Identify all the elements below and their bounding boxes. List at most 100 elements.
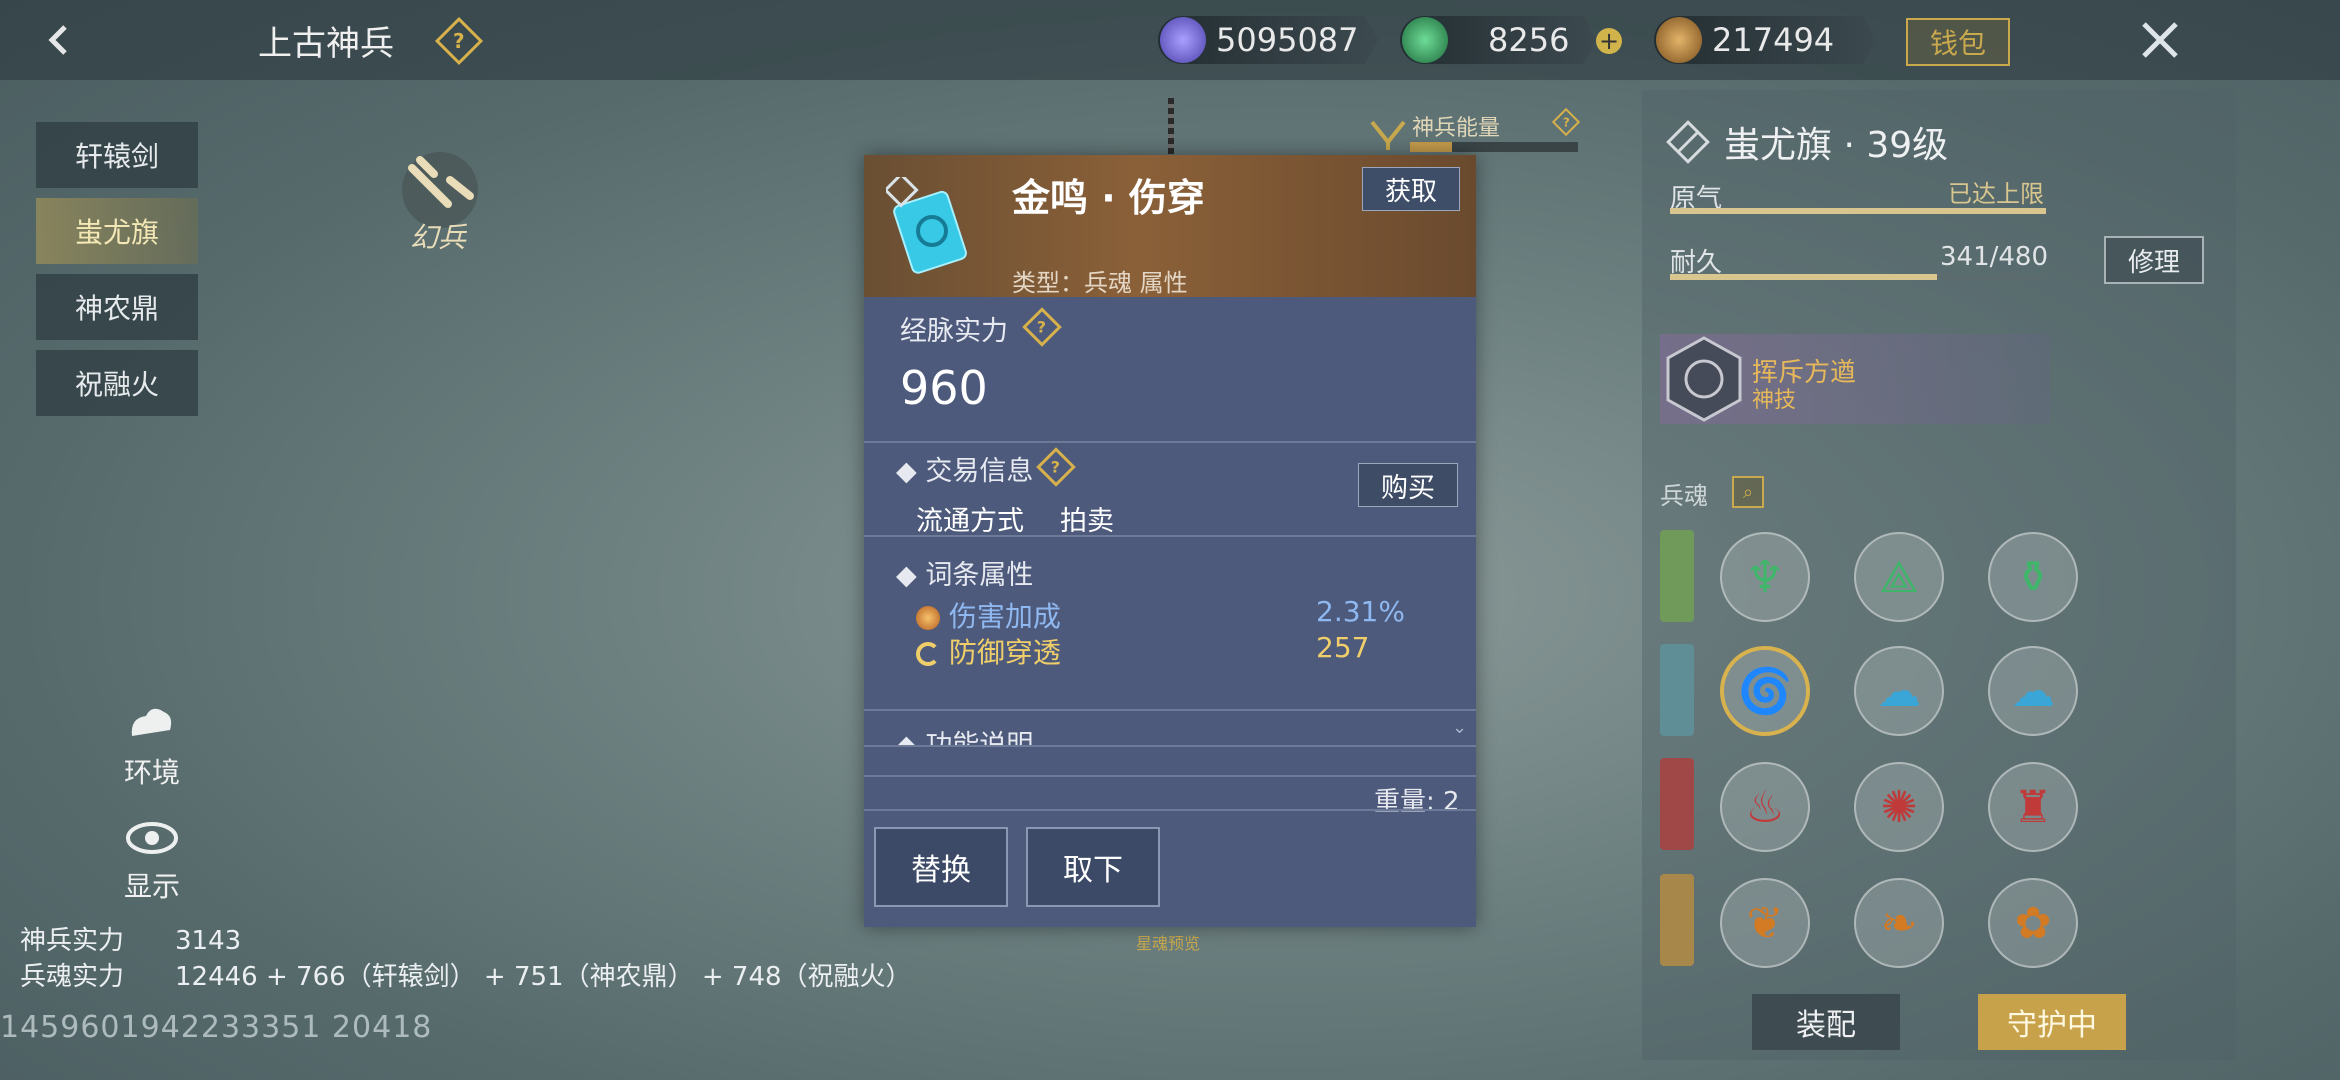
soul-icon-orange: ❧ — [1880, 897, 1918, 949]
repair-button[interactable]: 修理 — [2104, 236, 2204, 284]
energy-icon — [1368, 112, 1408, 152]
divider — [864, 775, 1476, 777]
page-title: 上古神兵 — [258, 24, 394, 64]
currency-value: 217494 — [1712, 21, 1835, 59]
meridian-label: 经脉实力 — [900, 316, 1008, 347]
soul-icon-red: ♨ — [1745, 781, 1785, 833]
display-button[interactable]: 显示 — [118, 818, 186, 905]
soul-slot[interactable]: ⟁ — [1854, 532, 1944, 622]
energy-help-icon[interactable]: ? — [1551, 107, 1581, 137]
soul-icon-orange: ✿ — [2014, 897, 2052, 949]
item-detail-modal: 金鸣 · 伤穿 获取 类型：兵魂 属性 经脉实力 ? 960 ◆ 交易信息 ? … — [864, 155, 1476, 927]
close-button[interactable] — [2130, 10, 2190, 70]
attr-section-label: ◆ 词条属性 — [896, 560, 1034, 591]
item-name: 金鸣 · 伤穿 — [1012, 176, 1205, 220]
attr-name: 伤害加成 — [948, 600, 1061, 633]
soul-slot[interactable]: ✿ — [1988, 878, 2078, 968]
soul-icon-red: ♜ — [2013, 781, 2053, 833]
soul-slot[interactable]: ♜ — [1988, 762, 2078, 852]
attr-name: 防御穿透 — [948, 636, 1061, 669]
chevron-left-icon — [48, 25, 67, 55]
soul-slot[interactable]: ☁ — [1988, 646, 2078, 736]
weapon-power-label: 神兵实力 — [20, 926, 125, 956]
energy-bar-fill — [1410, 142, 1452, 152]
soul-slot[interactable]: ♆ — [1720, 532, 1810, 622]
soul-icon-blue: 🌀 — [1737, 666, 1793, 717]
currency-value: 8256 — [1488, 21, 1570, 59]
soul-icon-green: ⚱ — [2014, 551, 2052, 603]
crescent-icon — [916, 642, 940, 666]
weapon-power-value: 3143 — [175, 926, 242, 956]
row-tag-water — [1660, 644, 1694, 736]
soul-slot-selected[interactable]: 🌀 — [1720, 646, 1810, 736]
row-tag-earth — [1660, 874, 1694, 966]
trade-info-label: ◆ 交易信息 — [896, 456, 1034, 487]
soul-power-label: 兵魂实力 — [20, 962, 125, 992]
durability-bar — [1670, 274, 2046, 280]
skill-subtitle: 神技 — [1752, 388, 1797, 413]
remove-button[interactable]: 取下 — [1026, 827, 1160, 907]
function-label-text: 功能说明 — [925, 730, 1033, 745]
chain-ornament — [1168, 98, 1174, 154]
environment-button[interactable]: 环境 — [118, 700, 186, 791]
phantom-weapon-badge[interactable]: 幻兵 — [390, 140, 490, 260]
divider — [864, 745, 1476, 747]
soul-icon-green: ⟁ — [1879, 551, 1919, 603]
back-button[interactable] — [30, 12, 90, 68]
divider — [864, 535, 1476, 537]
currency-jade: 8256 — [1400, 16, 1596, 64]
function-label-partial: ◆ 功能说明 — [896, 723, 1033, 745]
soul-slot[interactable]: ☁ — [1854, 646, 1944, 736]
soul-icon-blue: ☁ — [1877, 665, 1921, 717]
nav-item-shennong[interactable]: 神农鼎 — [36, 274, 198, 340]
item-type: 类型：兵魂 属性 — [1012, 269, 1188, 297]
divider — [864, 441, 1476, 443]
get-button[interactable]: 获取 — [1362, 167, 1460, 211]
add-currency-button[interactable]: + — [1596, 27, 1622, 55]
energy-label: 神兵能量 — [1412, 116, 1501, 141]
soul-slot[interactable]: ❧ — [1854, 878, 1944, 968]
nav-item-zhurong[interactable]: 祝融火 — [36, 350, 198, 416]
cloud-icon — [131, 708, 172, 736]
soul-power-value: 12446 + 766（轩辕剑） + 751（神农鼎） + 748（祝融火） — [175, 962, 912, 992]
search-icon[interactable]: ⌕ — [1732, 476, 1764, 508]
coin-icon — [1656, 17, 1702, 63]
nav-item-chiyou[interactable]: 蚩尤旗 — [36, 198, 198, 264]
soul-slot[interactable]: ❦ — [1720, 878, 1810, 968]
item-weight: 重量: 2 — [1374, 787, 1460, 817]
meridian-value: 960 — [900, 361, 988, 415]
flag-icon — [1666, 120, 1710, 168]
soul-slot[interactable]: ⚱ — [1988, 532, 2078, 622]
soul-scroll-icon — [883, 172, 967, 274]
soul-power-row: 兵魂实力 12446 + 766（轩辕剑） + 751（神农鼎） + 748（祝融… — [20, 956, 912, 993]
buy-button[interactable]: 购买 — [1358, 463, 1458, 507]
attr-row-penetration: 防御穿透 — [916, 631, 1061, 671]
soul-icon-blue: ☁ — [2011, 665, 2055, 717]
energy-bar — [1410, 142, 1578, 152]
soul-slot[interactable]: ♨ — [1720, 762, 1810, 852]
weapon-title: 蚩尤旗 · 39级 — [1724, 125, 1949, 166]
divider — [864, 709, 1476, 711]
replace-button[interactable]: 替换 — [874, 827, 1008, 907]
attr-value: 2.31% — [1316, 595, 1405, 628]
yuanqi-status: 已达上限 — [1948, 180, 2044, 208]
environment-label: 环境 — [123, 756, 180, 789]
row-tag-wood — [1660, 530, 1694, 622]
currency-crystal: 5095087 — [1158, 16, 1378, 64]
soul-icon-green: ♆ — [1745, 551, 1785, 603]
scroll-down-icon[interactable]: ⌄ — [1452, 717, 1467, 738]
guarding-button[interactable]: 守护中 — [1978, 994, 2126, 1050]
skill-emblem-icon — [1664, 336, 1744, 426]
nav-item-xuanyuan[interactable]: 轩辕剑 — [36, 122, 198, 188]
durability-bar-fill — [1670, 274, 1937, 280]
soul-section-label: 兵魂 — [1660, 482, 1708, 510]
wallet-button[interactable]: 钱包 — [1906, 18, 2010, 66]
yuanqi-bar — [1670, 208, 2046, 214]
meridian-help-icon[interactable]: ? — [1022, 307, 1062, 347]
equip-button[interactable]: 装配 — [1752, 994, 1900, 1050]
divider — [864, 809, 1476, 811]
attr-section-text: 词条属性 — [925, 560, 1034, 591]
soul-slot[interactable]: ✺ — [1854, 762, 1944, 852]
trade-help-icon[interactable]: ? — [1036, 447, 1076, 487]
circulation-value: 拍卖 — [1060, 506, 1114, 537]
